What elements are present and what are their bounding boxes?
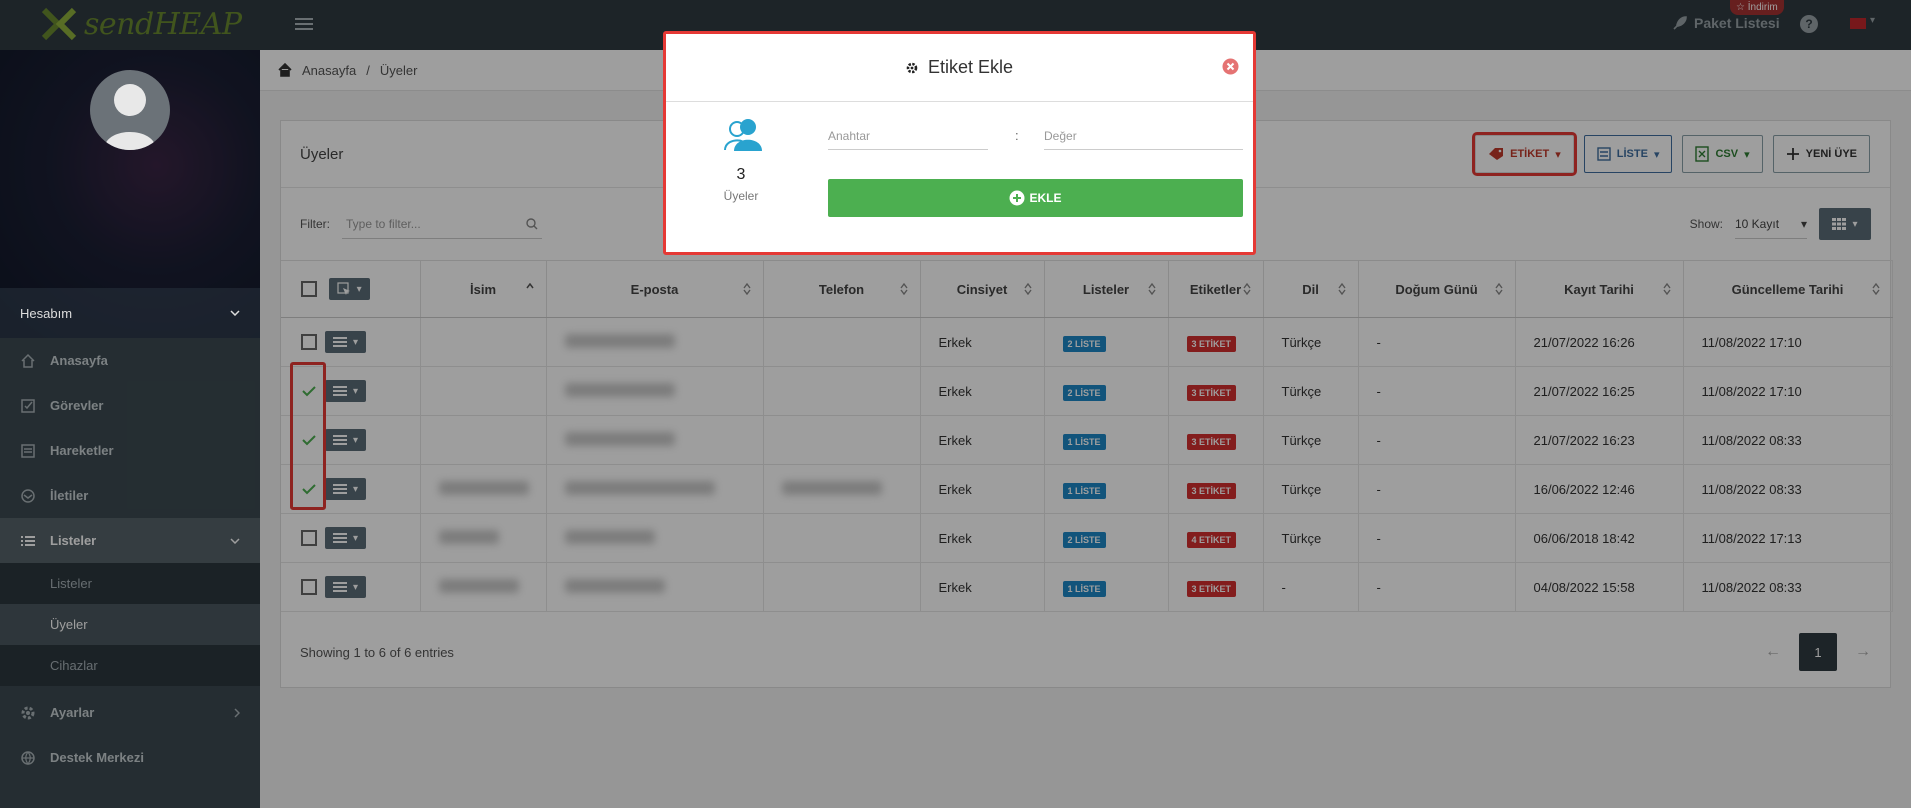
tag-key-placeholder: Anahtar <box>828 128 871 143</box>
tag-key-input[interactable]: Anahtar <box>828 122 988 150</box>
add-tag-button[interactable]: EKLE <box>828 179 1243 217</box>
modal-title: Etiket Ekle <box>927 57 1014 77</box>
add-tag-modal: Etiket Ekle 3 Üyeler Anahtar : Değer EKL… <box>663 31 1256 255</box>
selected-count: 3 <box>736 166 746 183</box>
users-icon <box>724 116 764 152</box>
tag-value-input[interactable]: Değer <box>1044 122 1243 150</box>
tag-value-placeholder: Değer <box>1044 128 1077 143</box>
account-label: Hesabım <box>20 305 73 321</box>
key-value-separator: : <box>1015 128 1019 143</box>
selected-count-label: Üyeler <box>723 189 759 203</box>
account-menu[interactable]: Hesabım <box>0 288 260 338</box>
chevron-down-icon <box>230 310 240 316</box>
plus-circle-icon <box>1009 190 1025 206</box>
modal-header: Etiket Ekle <box>666 34 1253 102</box>
avatar[interactable] <box>90 70 170 150</box>
gear-icon <box>906 62 918 73</box>
modal-body: 3 Üyeler Anahtar : Değer EKLE <box>666 102 1253 252</box>
close-icon[interactable] <box>1222 58 1239 75</box>
add-tag-button-label: EKLE <box>1029 191 1062 205</box>
